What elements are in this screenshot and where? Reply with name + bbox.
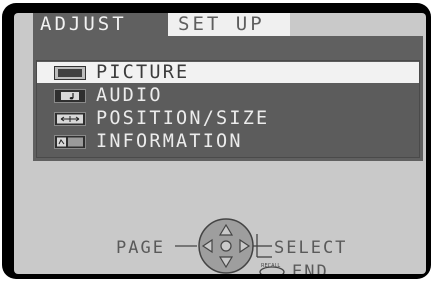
end-label: END	[292, 262, 329, 274]
recall-label: RECALL	[261, 263, 281, 269]
select-label: SELECT	[274, 238, 348, 258]
remote-pad-icon	[198, 218, 254, 274]
osd-screen: ADJUST SET UP PICTURE AUDIO POSITION/SIZ…	[14, 13, 426, 274]
navigation-legend	[175, 218, 285, 274]
osd-frame: ADJUST SET UP PICTURE AUDIO POSITION/SIZ…	[2, 3, 431, 279]
page-label: PAGE	[116, 238, 165, 258]
